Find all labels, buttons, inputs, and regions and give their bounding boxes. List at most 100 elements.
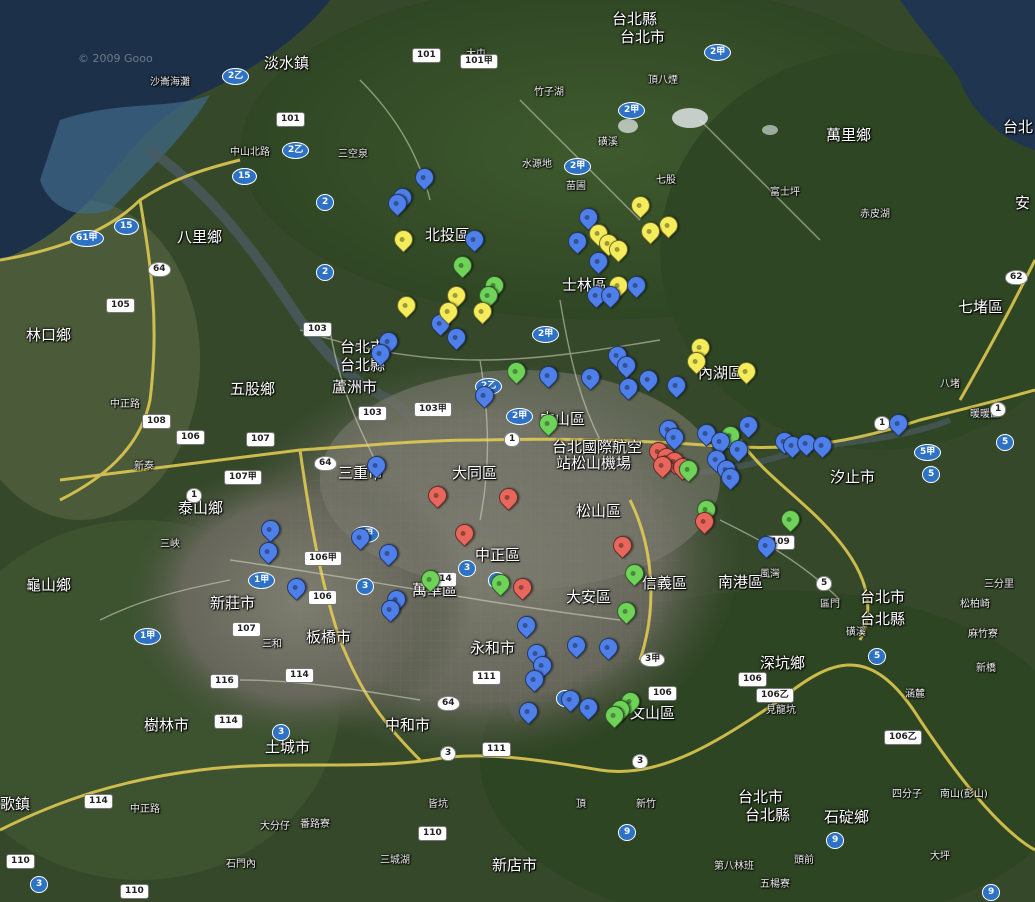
place-label: 台北市 — [860, 588, 906, 606]
place-label: 深坑鄉 — [760, 654, 806, 672]
place-label: 區門 — [820, 599, 840, 610]
place-label: 台北國際航空 — [552, 438, 643, 456]
road-shield: 62 — [1005, 270, 1028, 285]
place-label: 大同區 — [452, 464, 498, 482]
road-shield: 106乙 — [756, 688, 794, 703]
place-label: 松柏崎 — [960, 599, 990, 610]
road-shield: 106 — [648, 686, 677, 701]
road-shield: 1甲 — [134, 628, 162, 645]
road-shield: 2甲 — [506, 408, 534, 425]
copyright-watermark: © 2009 Gooo — [78, 52, 153, 65]
place-label: 八里鄉 — [177, 228, 223, 246]
place-label: 林口鄉 — [26, 326, 72, 344]
road-shield: 103甲 — [414, 402, 452, 417]
place-label: 赤皮湖 — [860, 209, 890, 220]
place-label: 富士坪 — [770, 187, 800, 198]
road-shield: 101 — [412, 48, 441, 63]
road-shield: 101 — [276, 112, 305, 127]
place-label: 信義區 — [642, 574, 688, 592]
road-shield: 2乙 — [222, 68, 250, 85]
road-shield: 61甲 — [70, 230, 104, 247]
place-label: 四分子 — [892, 789, 922, 800]
road-shield: 2乙 — [282, 142, 310, 159]
place-label: 南山(彭山) — [940, 789, 988, 800]
road-shield: 111 — [482, 742, 511, 757]
road-shield: 110 — [6, 854, 35, 869]
road-shield: 107 — [246, 432, 275, 447]
place-label: 七股 — [656, 175, 676, 186]
road-shield: 114 — [285, 668, 314, 683]
satellite-terrain — [0, 0, 1035, 902]
road-shield: 106 — [308, 590, 337, 605]
road-shield: 1 — [990, 402, 1007, 417]
place-label: 三分里 — [984, 579, 1014, 590]
place-label: 第八林班 — [714, 861, 754, 872]
place-label: 松山區 — [576, 502, 622, 520]
place-label: 新竹 — [636, 799, 656, 810]
place-label: 樹林市 — [144, 716, 190, 734]
road-shield: 107 — [232, 622, 261, 637]
road-shield: 107甲 — [224, 470, 262, 485]
place-label: 石碇鄉 — [824, 808, 870, 826]
place-label: 磺溪 — [598, 137, 618, 148]
place-label: 三峽 — [160, 539, 180, 550]
road-shield: 101甲 — [460, 54, 498, 69]
road-shield: 111 — [472, 670, 501, 685]
road-shield: 105 — [106, 298, 135, 313]
road-shield: 2甲 — [564, 158, 592, 175]
place-label: 三和 — [262, 639, 282, 650]
place-label: 台北市 — [738, 788, 784, 806]
place-label: 新橋 — [976, 663, 996, 674]
road-shield: 103 — [358, 406, 387, 421]
place-label: 中正路 — [110, 399, 140, 410]
road-shield: 64 — [314, 456, 337, 471]
satellite-map[interactable]: © 2009 Gooo 淡水鎮 八里鄉 林口鄉 五股鄉 泰山鄉 新莊市 龜山鄉 樹林市 板橋市中… — [0, 0, 1035, 902]
place-label: 涵麓 — [905, 689, 925, 700]
road-shield: 106 — [176, 430, 205, 445]
place-label: 台北市 — [620, 28, 666, 46]
place-label: 淡水鎮 — [264, 54, 310, 72]
road-shield: 108 — [142, 414, 171, 429]
place-label: 台北縣 — [745, 806, 791, 824]
road-shield: 114 — [214, 714, 243, 729]
road-shield: 1 — [504, 432, 521, 447]
place-label: 沙崙海灘 — [150, 77, 190, 88]
place-label: 蘆洲市 — [332, 378, 378, 396]
place-label: 五楊寮 — [760, 879, 790, 890]
place-label: 磺溪 — [846, 627, 866, 638]
place-label: 三城湖 — [380, 855, 410, 866]
road-shield: 3 — [440, 746, 457, 761]
road-shield: 110 — [120, 884, 149, 899]
place-label: 土城市 — [265, 738, 311, 756]
place-label: 三空泉 — [338, 149, 368, 160]
road-shield: 5 — [816, 576, 833, 591]
place-label: 麻竹寮 — [968, 629, 998, 640]
road-shield: 103 — [303, 322, 332, 337]
road-shield: 3 — [632, 754, 649, 769]
place-label: 皆坑 — [428, 799, 448, 810]
place-label: 汐止市 — [830, 468, 876, 486]
place-label: 萬里鄉 — [826, 126, 872, 144]
road-shield: 1 — [186, 488, 203, 503]
place-label: 安 — [1015, 194, 1031, 212]
place-label: 見龍坑 — [766, 705, 796, 716]
place-label: 竹子湖 — [534, 87, 564, 98]
road-shield: 114 — [84, 794, 113, 809]
place-label: 石門內 — [226, 859, 256, 870]
road-shield: 3甲 — [640, 652, 666, 667]
place-label: 板橋市 — [306, 628, 352, 646]
place-label: 五股鄉 — [230, 380, 276, 398]
place-label: 八堵 — [940, 379, 960, 390]
place-label: 大安區 — [566, 588, 612, 606]
place-label: 中和市 — [385, 716, 431, 734]
place-label: 番路寮 — [300, 819, 330, 830]
road-shield: 110 — [418, 826, 447, 841]
road-shield: 106 — [738, 672, 767, 687]
place-label: 站松山機場 — [556, 454, 632, 472]
place-label: 泰山鄉 — [178, 499, 224, 517]
place-label: 新莊市 — [210, 594, 256, 612]
road-shield: 5甲 — [914, 444, 942, 461]
road-shield: 106甲 — [304, 551, 342, 566]
road-shield: 2甲 — [704, 44, 732, 61]
road-shield: 64 — [148, 262, 171, 277]
